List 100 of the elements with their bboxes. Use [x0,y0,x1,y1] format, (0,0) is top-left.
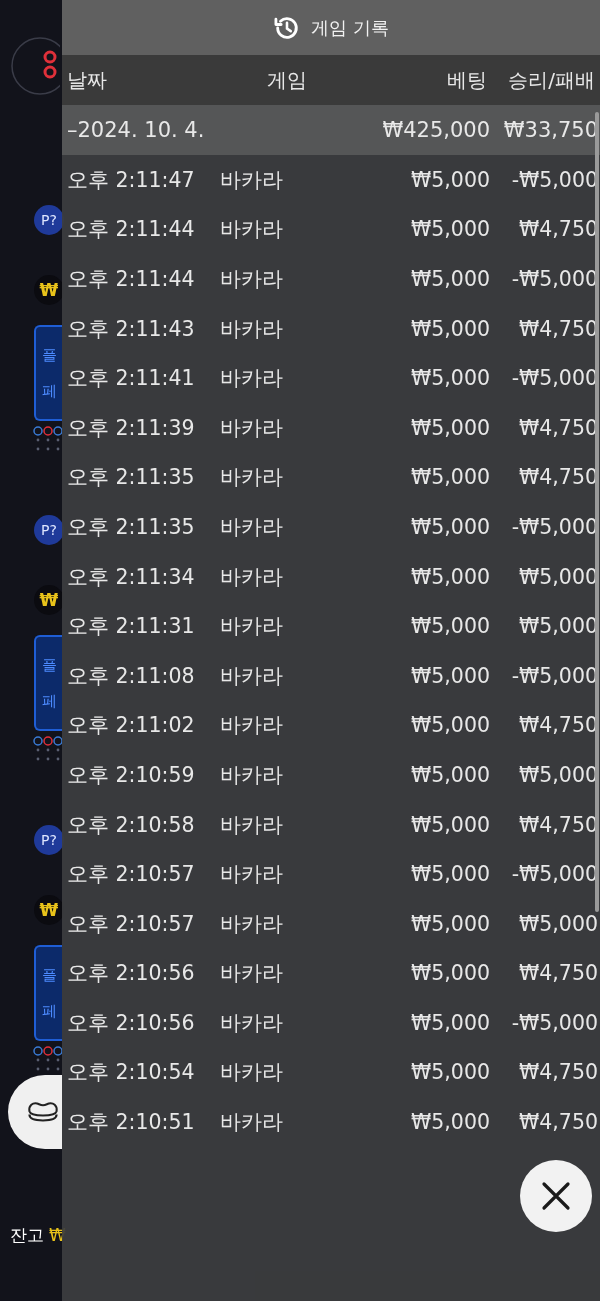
table-cell-text: ₩5,000 [410,316,490,341]
table-cell-text: ₩5,000 [410,614,490,639]
table-cell-text: 바카라 [219,712,284,740]
player-badge[interactable]: P? [34,515,64,545]
card-label: 페 [41,691,57,711]
table-cell-text: 오후 2:11:02 [66,712,196,740]
table-cell-text: -₩5,000 [510,267,598,291]
table-cell-text: ₩4,750 [518,465,598,490]
table-cell-text: ₩5,000 [410,862,490,887]
table-cell-text: ₩5,000 [410,514,490,539]
table-cell-text: ₩4,750 [518,1060,598,1085]
table-cell-text: 오후 2:11:39 [66,414,196,442]
table-cell-text: ₩5,000 [410,713,490,738]
column-heading: 베팅 [446,66,487,94]
table-cell-text: ₩5,000 [410,812,490,837]
summary-bet: ₩425,000 [381,118,490,142]
coin-badge: ₩ [34,895,64,925]
table-cell-text: 오후 2:11:44 [66,266,196,293]
column-heading: 게임 [266,66,308,94]
table-cell-text: ₩5,000 [410,1110,490,1135]
table-cell-text: 오후 2:11:31 [66,613,196,641]
table-cell-text: 바카라 [219,910,284,938]
table-cell-text: ₩5,000 [410,762,490,787]
scrollbar[interactable] [595,112,599,912]
table-cell-text: ₩4,750 [518,713,598,738]
table-cell-text: 오후 2:11:43 [66,315,196,343]
card-label: 페 [41,381,57,401]
table-cell-text: 바카라 [219,960,284,988]
table-cell-text: 오후 2:11:08 [66,662,196,690]
table-cell-text: -₩5,000 [510,514,598,539]
table-cell-text: 바카라 [219,216,284,244]
table-cell-text: ₩5,000 [410,415,490,440]
table-cell-text: 바카라 [219,1059,284,1087]
table-cell-text: 바카라 [219,365,284,393]
coin-badge: ₩ [34,585,64,615]
bet-option-card[interactable]: 플 페 [34,325,62,421]
chip-button[interactable] [8,1075,62,1149]
table-cell-text: 오후 2:10:56 [66,960,196,988]
table-cell-text: ₩4,750 [518,316,598,341]
table-cell-text: ₩5,000 [410,663,490,688]
table-cell-text: -₩5,000 [510,366,598,391]
bead-road-drawing [32,1045,62,1071]
bead-road-drawing [32,425,62,451]
table-cell-text: ₩4,750 [518,415,598,440]
card-label: 플 [41,965,57,985]
table-cell-text: ₩5,000 [410,961,490,986]
table-cell-text: 오후 2:10:56 [66,1009,196,1037]
table-cell-text: -₩5,000 [510,1010,598,1035]
table-cell-text: ₩5,000 [410,911,490,936]
bet-option-card[interactable]: 플 페 [34,635,62,731]
player-badge[interactable]: P? [34,205,64,235]
table-cell-text: 바카라 [219,266,284,293]
coin-badge: ₩ [34,275,64,305]
table-cell-text: 바카라 [219,563,284,591]
table-cell-text: 바카라 [219,662,284,690]
balance-label: 잔고 [10,1225,44,1245]
table-cell-text: ₩5,000 [410,267,490,291]
table-cell-text: 바카라 [219,1109,284,1137]
table-cell-text: ₩5,000 [518,762,598,787]
player-badge[interactable]: P? [34,825,64,855]
table-cell-text: 오후 2:10:57 [66,861,196,889]
table-cell-text: 바카라 [219,414,284,442]
table-cell-text: 바카라 [219,861,284,889]
table-cell-text: 오후 2:10:58 [66,811,196,839]
table-cell-text: 오후 2:11:44 [66,216,196,244]
table-cell-text: ₩5,000 [518,614,598,639]
table-cell-text: 바카라 [219,513,284,541]
table-cell-text: ₩4,750 [518,1110,598,1135]
bead-road-drawing [32,735,62,761]
table-cell-text: ₩5,000 [410,217,490,242]
table-cell-text: ₩5,000 [518,564,598,589]
panel-title: 게임 기록 [311,15,389,40]
card-label: 페 [41,1001,57,1021]
table-cell-text: ₩4,750 [518,812,598,837]
balance-amount: ₩ [49,1225,66,1245]
table-cell-text: ₩5,000 [410,1010,490,1035]
column-heading: 날짜 [66,66,108,94]
table-cell-text: ₩5,000 [410,465,490,490]
table-cell-text: ₩5,000 [410,366,490,391]
close-icon [541,1181,571,1211]
table-cell-text: 바카라 [219,811,284,839]
table-cell-text: 오후 2:11:34 [66,563,196,591]
summary-result: ₩33,750 [502,118,598,142]
table-cell-text: ₩5,000 [410,564,490,589]
table-cell-text: 오후 2:10:59 [66,761,196,789]
table-cell-text: 바카라 [219,613,284,641]
table-cell-text: 오후 2:11:41 [66,365,196,393]
table-cell-text: 바카라 [219,1009,284,1037]
table-cell-text: 오후 2:11:35 [66,464,196,492]
table-cell-text: ₩5,000 [518,911,598,936]
table-cell-text: -₩5,000 [510,862,598,887]
table-cell-text: ₩5,000 [410,1060,490,1085]
table-cell-text: -₩5,000 [510,167,598,192]
date-summary-row[interactable]: –2024. 10. 4. ₩425,000 ₩33,750 [62,105,600,155]
table-cell-text: 바카라 [219,464,284,492]
table-cell-text: 오후 2:10:54 [66,1059,196,1087]
bet-option-card[interactable]: 플 페 [34,945,62,1041]
table-cell-text: 바카라 [219,166,284,194]
table-cell-text: 바카라 [219,315,284,343]
table-cell-text: -₩5,000 [510,663,598,688]
